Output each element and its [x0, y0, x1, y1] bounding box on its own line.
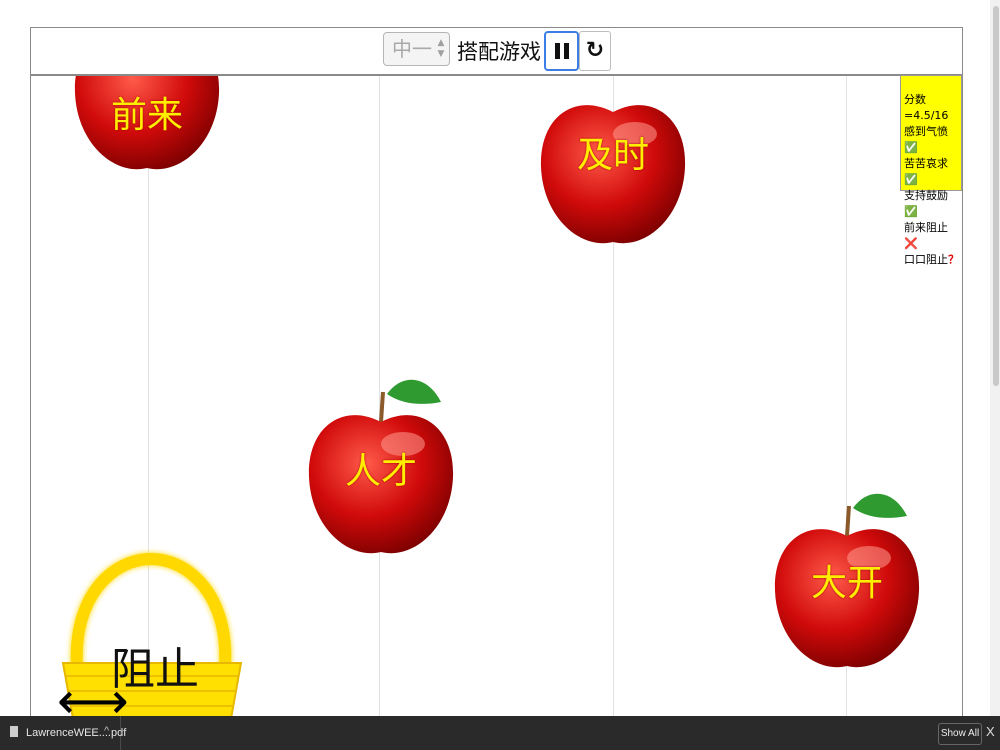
apple-word: 人才: [344, 451, 417, 492]
score-text: 分数=4.5/16: [904, 93, 949, 122]
score-item: 前来阻止 ❌: [904, 220, 961, 252]
pause-icon: [554, 43, 560, 59]
question-icon: ？: [948, 253, 959, 266]
falling-apple[interactable]: 人才: [303, 379, 459, 558]
score-item: 感到气愤 ✅: [904, 124, 961, 156]
score-item-text: 口口阻止: [904, 253, 948, 266]
score-item: 口口阻止？: [904, 252, 961, 268]
score-item: 苦苦哀求 ✅: [904, 156, 961, 188]
apple-word: 大开: [810, 563, 883, 604]
score-item-text: 支持鼓励: [904, 189, 948, 202]
game-frame[interactable]: 中一 ▲ ▼ 搭配游戏 ↻ 前来 及时 人才 大开 分数=4.5/16 感到气愤…: [30, 27, 963, 750]
falling-apple[interactable]: 及时: [535, 72, 691, 248]
score-item-text: 前来阻止: [904, 221, 948, 234]
apple-word: 及时: [576, 135, 649, 176]
check-icon: ✅: [904, 141, 918, 154]
download-bar: LawrenceWEE....pdf ^ Show All X: [0, 716, 1000, 750]
check-icon: ✅: [904, 173, 918, 186]
scrollbar[interactable]: [990, 0, 1000, 716]
restart-icon: ↻: [585, 38, 605, 63]
cross-icon: ❌: [904, 237, 918, 250]
score-item: 支持鼓励 ✅: [904, 188, 961, 220]
move-arrows-icon[interactable]: ⟷: [57, 676, 129, 726]
score-panel: 分数=4.5/16 感到气愤 ✅ 苦苦哀求 ✅ 支持鼓励 ✅ 前来阻止 ❌ 口口阻止？: [900, 75, 962, 266]
score-item-text: 感到气愤: [904, 125, 948, 138]
file-icon: [10, 726, 18, 737]
level-value: 中一: [392, 37, 432, 61]
falling-apple[interactable]: 大开: [769, 493, 925, 672]
check-icon: ✅: [904, 205, 918, 218]
score-item-text: 苦苦哀求: [904, 157, 948, 170]
spinner-arrows-icon[interactable]: ▲ ▼: [436, 38, 446, 60]
close-icon[interactable]: X: [986, 724, 995, 739]
scrollbar-thumb[interactable]: [993, 6, 999, 386]
apple-word: 前来: [110, 95, 183, 136]
pause-button[interactable]: [544, 31, 579, 71]
level-select[interactable]: 中一 ▲ ▼: [383, 32, 450, 66]
show-all-button[interactable]: Show All: [938, 723, 982, 745]
pause-icon-bar: [563, 43, 569, 59]
restart-button[interactable]: ↻: [579, 31, 611, 71]
game-title: 搭配游戏: [457, 40, 541, 64]
toolbar: 中一 ▲ ▼ 搭配游戏 ↻: [31, 28, 962, 76]
